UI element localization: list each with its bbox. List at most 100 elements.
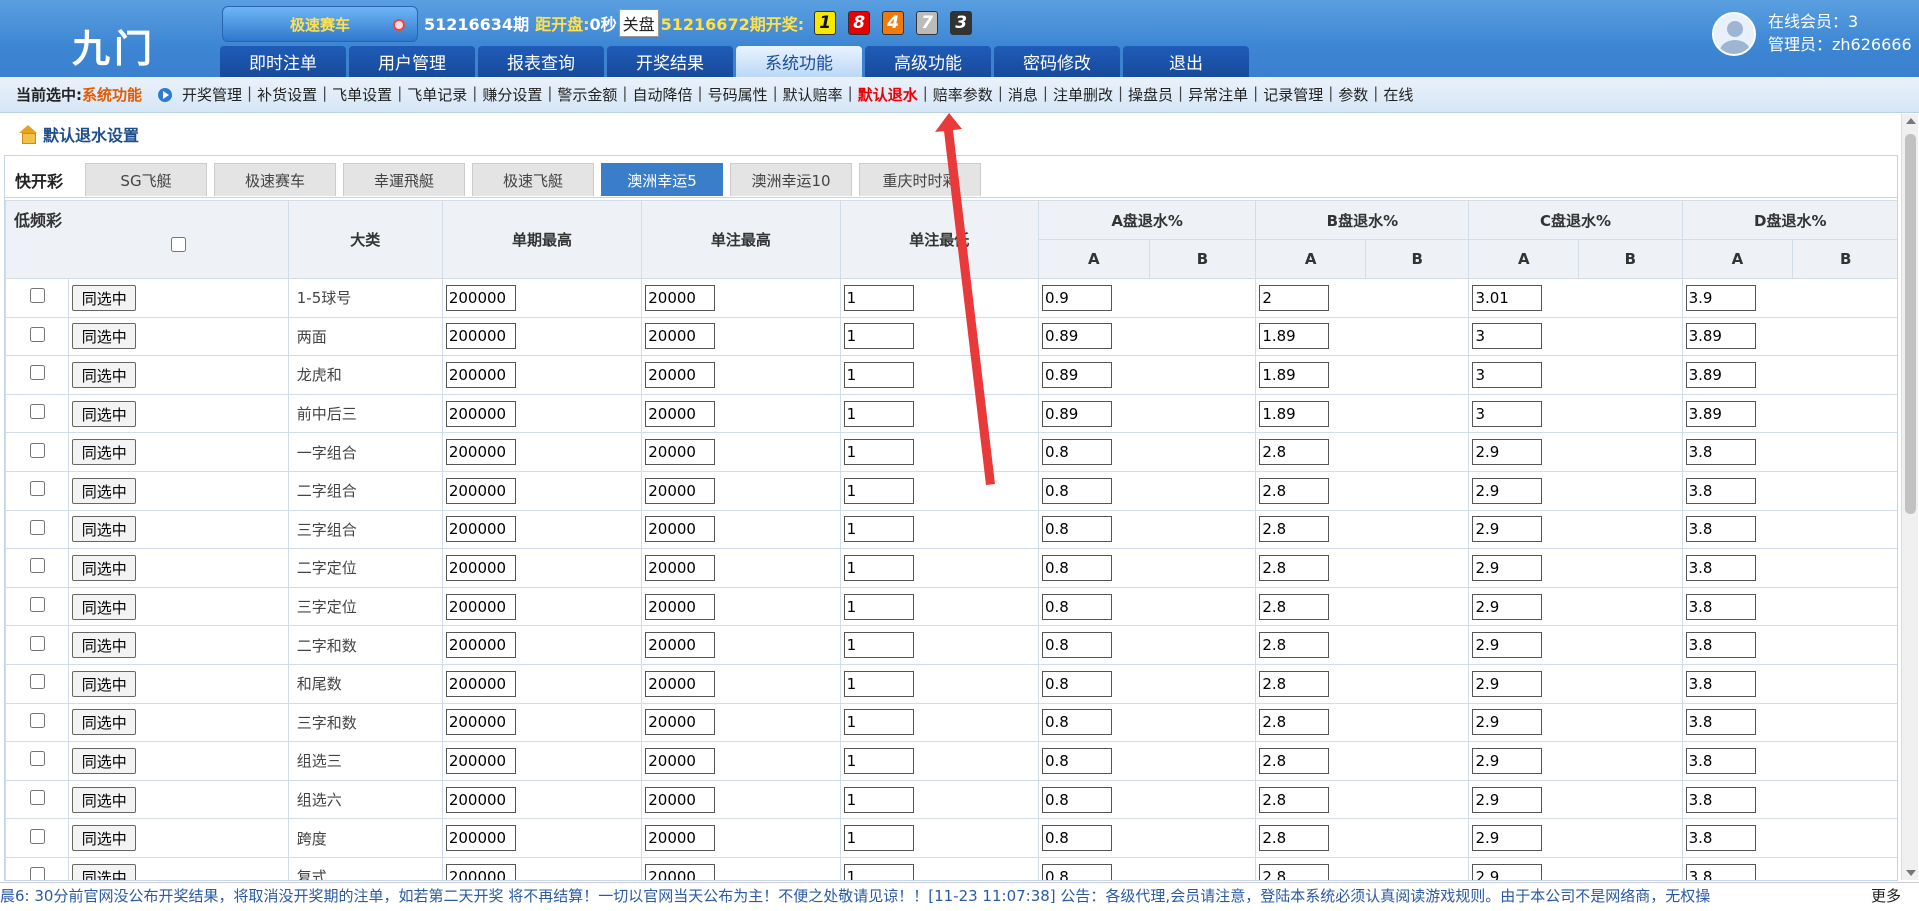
min-bet-input[interactable] <box>843 709 914 736</box>
c-rebate-input[interactable] <box>1472 863 1543 880</box>
sync-select-button[interactable]: 同选中 <box>72 516 137 543</box>
max-bet-input[interactable] <box>645 516 716 543</box>
d-rebate-input[interactable] <box>1685 323 1756 350</box>
sync-select-button[interactable]: 同选中 <box>72 825 137 852</box>
max-bet-input[interactable] <box>645 632 716 659</box>
row-checkbox[interactable] <box>29 790 45 806</box>
b-rebate-input[interactable] <box>1259 593 1330 620</box>
d-rebate-input[interactable] <box>1685 747 1756 774</box>
row-checkbox[interactable] <box>29 558 45 574</box>
nav-tab[interactable]: 系统功能 <box>736 46 862 77</box>
max-period-input[interactable] <box>445 323 516 350</box>
a-rebate-input[interactable] <box>1041 632 1112 659</box>
c-rebate-input[interactable] <box>1472 400 1543 427</box>
a-rebate-input[interactable] <box>1041 477 1112 504</box>
max-bet-input[interactable] <box>645 284 716 311</box>
max-period-input[interactable] <box>445 709 516 736</box>
a-rebate-input[interactable] <box>1041 284 1112 311</box>
max-bet-input[interactable] <box>645 863 716 880</box>
sync-select-button[interactable]: 同选中 <box>72 361 137 388</box>
min-bet-input[interactable] <box>843 439 914 466</box>
d-rebate-input[interactable] <box>1685 477 1756 504</box>
d-rebate-input[interactable] <box>1685 439 1756 466</box>
c-rebate-input[interactable] <box>1472 786 1543 813</box>
row-checkbox[interactable] <box>29 674 45 690</box>
max-period-input[interactable] <box>445 825 516 852</box>
c-rebate-input[interactable] <box>1472 670 1543 697</box>
sync-select-button[interactable]: 同选中 <box>72 477 137 504</box>
b-rebate-input[interactable] <box>1259 400 1330 427</box>
a-rebate-input[interactable] <box>1041 400 1112 427</box>
a-rebate-input[interactable] <box>1041 747 1112 774</box>
vertical-scrollbar[interactable] <box>1901 114 1918 880</box>
c-rebate-input[interactable] <box>1472 632 1543 659</box>
min-bet-input[interactable] <box>843 670 914 697</box>
a-rebate-input[interactable] <box>1041 825 1112 852</box>
b-rebate-input[interactable] <box>1259 863 1330 880</box>
c-rebate-input[interactable] <box>1472 439 1543 466</box>
b-rebate-input[interactable] <box>1259 632 1330 659</box>
sync-select-button[interactable]: 同选中 <box>72 323 137 350</box>
max-period-input[interactable] <box>445 554 516 581</box>
row-checkbox[interactable] <box>29 828 45 844</box>
sync-select-button[interactable]: 同选中 <box>72 400 137 427</box>
a-rebate-input[interactable] <box>1041 593 1112 620</box>
b-rebate-input[interactable] <box>1259 670 1330 697</box>
sub-nav-link[interactable]: 开奖管理 <box>182 84 242 105</box>
min-bet-input[interactable] <box>843 593 914 620</box>
lottery-tab[interactable]: 澳洲幸运5 <box>601 163 723 196</box>
max-bet-input[interactable] <box>645 825 716 852</box>
row-checkbox[interactable] <box>29 442 45 458</box>
row-checkbox[interactable] <box>29 519 45 535</box>
d-rebate-input[interactable] <box>1685 361 1756 388</box>
b-rebate-input[interactable] <box>1259 825 1330 852</box>
sub-nav-link[interactable]: 默认赔率 <box>783 84 843 105</box>
min-bet-input[interactable] <box>843 400 914 427</box>
sub-nav-link[interactable]: 默认退水 <box>858 84 918 105</box>
a-rebate-input[interactable] <box>1041 516 1112 543</box>
row-checkbox[interactable] <box>29 481 45 497</box>
more-link[interactable]: 更多 <box>1860 883 1901 910</box>
b-rebate-input[interactable] <box>1259 747 1330 774</box>
sync-select-button[interactable]: 同选中 <box>72 747 137 774</box>
sync-select-button[interactable]: 同选中 <box>72 670 137 697</box>
nav-tab[interactable]: 高级功能 <box>865 46 991 77</box>
row-checkbox[interactable] <box>29 712 45 728</box>
sub-nav-link[interactable]: 飞单记录 <box>407 84 467 105</box>
game-selector[interactable]: 极速赛车 <box>222 6 418 42</box>
max-period-input[interactable] <box>445 786 516 813</box>
min-bet-input[interactable] <box>843 323 914 350</box>
min-bet-input[interactable] <box>843 477 914 504</box>
scroll-up-icon[interactable] <box>1906 118 1916 124</box>
sub-nav-link[interactable]: 赔率参数 <box>933 84 993 105</box>
c-rebate-input[interactable] <box>1472 825 1543 852</box>
a-rebate-input[interactable] <box>1041 439 1112 466</box>
min-bet-input[interactable] <box>843 554 914 581</box>
min-bet-input[interactable] <box>843 863 914 880</box>
nav-tab[interactable]: 密码修改 <box>994 46 1120 77</box>
row-checkbox[interactable] <box>29 326 45 342</box>
c-rebate-input[interactable] <box>1472 361 1543 388</box>
row-checkbox[interactable] <box>29 365 45 381</box>
max-bet-input[interactable] <box>645 400 716 427</box>
sub-nav-link[interactable]: 参数 <box>1338 84 1368 105</box>
c-rebate-input[interactable] <box>1472 516 1543 543</box>
nav-tab[interactable]: 报表查询 <box>478 46 604 77</box>
nav-tab[interactable]: 退出 <box>1123 46 1249 77</box>
b-rebate-input[interactable] <box>1259 477 1330 504</box>
a-rebate-input[interactable] <box>1041 863 1112 880</box>
c-rebate-input[interactable] <box>1472 593 1543 620</box>
c-rebate-input[interactable] <box>1472 284 1543 311</box>
b-rebate-input[interactable] <box>1259 361 1330 388</box>
max-bet-input[interactable] <box>645 747 716 774</box>
sub-nav-link[interactable]: 号码属性 <box>708 84 768 105</box>
a-rebate-input[interactable] <box>1041 323 1112 350</box>
sync-select-button[interactable]: 同选中 <box>72 593 137 620</box>
lottery-tab[interactable]: 澳洲幸运10 <box>730 163 852 196</box>
b-rebate-input[interactable] <box>1259 516 1330 543</box>
sub-nav-link[interactable]: 警示金额 <box>557 84 617 105</box>
a-rebate-input[interactable] <box>1041 670 1112 697</box>
max-period-input[interactable] <box>445 439 516 466</box>
a-rebate-input[interactable] <box>1041 709 1112 736</box>
sync-select-button[interactable]: 同选中 <box>72 554 137 581</box>
